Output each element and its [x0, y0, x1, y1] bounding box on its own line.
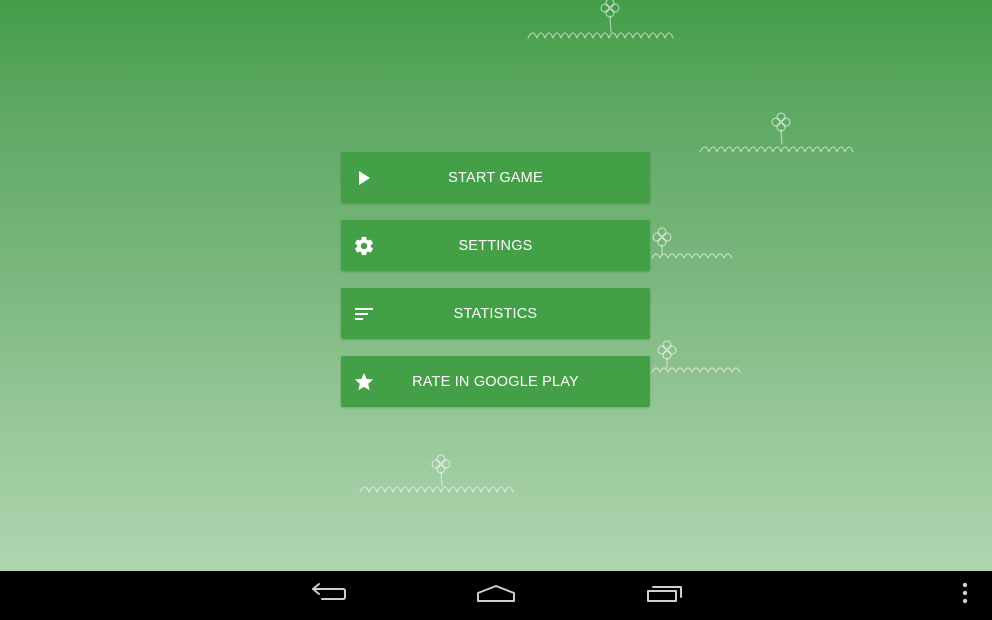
main-menu: START GAME SETTINGS STATISTICS RATE IN G… [341, 152, 650, 424]
flower-doodle-icon [651, 227, 733, 259]
device-screen: START GAME SETTINGS STATISTICS RATE IN G… [0, 0, 992, 620]
gear-icon [353, 235, 375, 257]
rate-in-google-play-button[interactable]: RATE IN GOOGLE PLAY [341, 356, 650, 407]
flower-doodle-icon [651, 340, 741, 373]
flower-doodle-icon [699, 112, 854, 153]
statistics-label: STATISTICS [453, 305, 538, 322]
app-background: START GAME SETTINGS STATISTICS RATE IN G… [0, 0, 992, 571]
back-button[interactable] [306, 571, 350, 620]
start-game-label: START GAME [448, 169, 543, 186]
system-navigation-bar [0, 571, 992, 620]
back-icon [310, 582, 346, 609]
home-icon [476, 583, 516, 608]
recent-apps-icon [646, 583, 684, 608]
start-game-button[interactable]: START GAME [341, 152, 650, 203]
flower-doodle-icon [359, 454, 514, 493]
sort-lines-icon [353, 303, 375, 325]
star-icon [353, 371, 375, 393]
settings-button[interactable]: SETTINGS [341, 220, 650, 271]
play-icon [353, 167, 375, 189]
recent-apps-button[interactable] [643, 571, 687, 620]
flower-doodle-icon [527, 0, 674, 39]
overflow-menu-button[interactable] [952, 571, 978, 620]
overflow-menu-icon [961, 582, 969, 609]
settings-label: SETTINGS [458, 237, 533, 254]
statistics-button[interactable]: STATISTICS [341, 288, 650, 339]
home-button[interactable] [474, 571, 518, 620]
rate-in-google-play-label: RATE IN GOOGLE PLAY [412, 373, 579, 390]
